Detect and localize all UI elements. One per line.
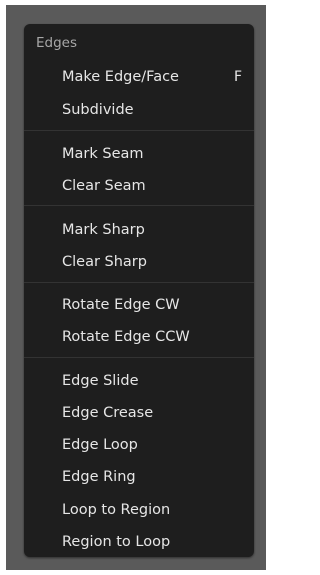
menu-item-label: Clear Sharp — [62, 254, 147, 270]
shortcut-hint: F — [233, 69, 242, 85]
menu-item-subdivide[interactable]: Subdivide — [24, 97, 254, 122]
menu-separator — [24, 282, 254, 283]
menu-item-label: Rotate Edge CCW — [62, 329, 190, 345]
menu-item-rotate-edge-cw[interactable]: Rotate Edge CW — [24, 292, 254, 317]
menu-title: Edges — [36, 35, 78, 51]
menu-item-clear-sharp[interactable]: Clear Sharp — [24, 249, 254, 274]
menu-item-clear-seam[interactable]: Clear Seam — [24, 173, 254, 198]
menu-item-edge-slide[interactable]: Edge Slide — [24, 368, 254, 393]
menu-item-label: Edge Crease — [62, 405, 154, 421]
menu-item-label: Region to Loop — [62, 534, 171, 550]
menu-item-label: Edge Loop — [62, 437, 138, 453]
menu-separator — [24, 130, 254, 131]
menu-item-label: Edge Ring — [62, 469, 136, 485]
menu-separator — [24, 357, 254, 358]
menu-item-edge-loop[interactable]: Edge Loop — [24, 432, 254, 457]
menu-item-label: Mark Seam — [62, 146, 144, 162]
menu-item-mark-seam[interactable]: Mark Seam — [24, 141, 254, 166]
menu-item-mark-sharp[interactable]: Mark Sharp — [24, 217, 254, 242]
menu-item-label: Edge Slide — [62, 373, 139, 389]
menu-item-label: Make Edge/Face — [62, 69, 179, 85]
menu-item-label: Subdivide — [62, 102, 134, 118]
menu-item-edge-crease[interactable]: Edge Crease — [24, 400, 254, 425]
menu-item-make-edge-face[interactable]: Make Edge/Face F — [24, 64, 254, 89]
menu-item-rotate-edge-ccw[interactable]: Rotate Edge CCW — [24, 324, 254, 349]
menu-item-label: Mark Sharp — [62, 222, 145, 238]
menu-separator — [24, 205, 254, 206]
menu-item-region-to-loop[interactable]: Region to Loop — [24, 529, 254, 554]
menu-item-label: Loop to Region — [62, 502, 171, 518]
menu-item-label: Clear Seam — [62, 178, 146, 194]
menu-item-label: Rotate Edge CW — [62, 297, 180, 313]
menu-item-loop-to-region[interactable]: Loop to Region — [24, 497, 254, 522]
menu-item-edge-ring[interactable]: Edge Ring — [24, 464, 254, 489]
edges-menu: Edges Make Edge/Face F Subdivide Mark Se… — [24, 24, 254, 557]
